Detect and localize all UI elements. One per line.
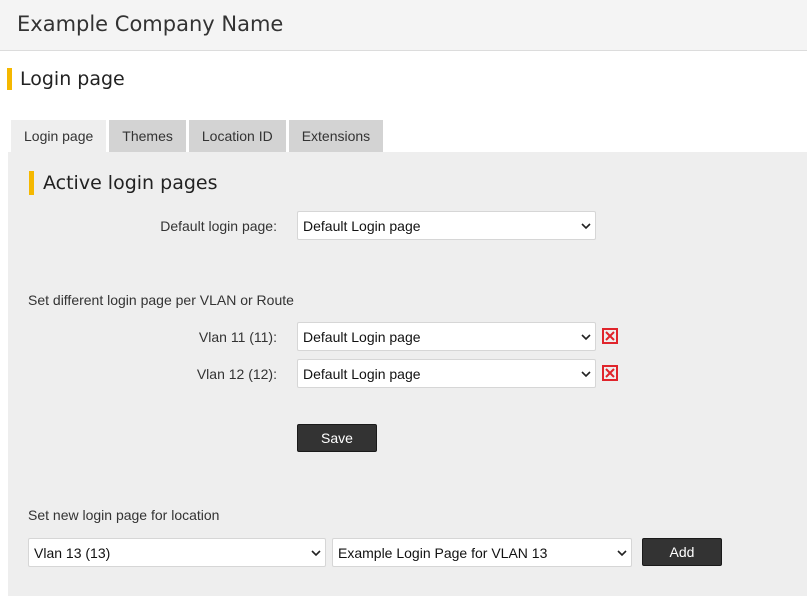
new-location-heading: Set new login page for location (28, 507, 220, 523)
default-login-select[interactable]: Default Login page (297, 211, 596, 240)
per-vlan-heading: Set different login page per VLAN or Rou… (28, 292, 294, 308)
accent-bar (29, 171, 34, 195)
accent-bar (7, 68, 12, 90)
vlan-12-label: Vlan 12 (12): (196, 366, 277, 382)
company-name: Example Company Name (17, 12, 284, 36)
header-bar: Example Company Name (0, 0, 807, 51)
tab-location-id[interactable]: Location ID (188, 120, 286, 152)
tab-themes[interactable]: Themes (109, 120, 186, 152)
save-button[interactable]: Save (297, 424, 377, 452)
location-value: Vlan 13 (13) (34, 544, 111, 561)
location-select[interactable]: Vlan 13 (13) (28, 538, 326, 567)
page-heading: Login page (7, 68, 125, 90)
new-login-page-select[interactable]: Example Login Page for VLAN 13 (332, 538, 632, 567)
chevron-down-icon (581, 223, 591, 230)
add-button[interactable]: Add (642, 538, 722, 566)
vlan-11-select[interactable]: Default Login page (297, 322, 596, 351)
chevron-down-icon (581, 371, 591, 378)
close-icon (605, 331, 615, 341)
new-login-page-value: Example Login Page for VLAN 13 (338, 544, 548, 561)
tab-panel: Active login pages Default login page: D… (8, 152, 807, 596)
vlan-11-label: Vlan 11 (11): (198, 329, 277, 345)
tab-login-page[interactable]: Login page (11, 120, 107, 152)
section-heading: Active login pages (29, 171, 218, 195)
chevron-down-icon (581, 334, 591, 341)
delete-vlan-11-button[interactable] (602, 328, 618, 344)
default-login-value: Default Login page (303, 217, 421, 234)
vlan-12-value: Default Login page (303, 365, 421, 382)
vlan-11-value: Default Login page (303, 328, 421, 345)
delete-vlan-12-button[interactable] (602, 365, 618, 381)
section-title: Active login pages (43, 172, 218, 194)
tab-extensions[interactable]: Extensions (288, 120, 384, 152)
chevron-down-icon (311, 550, 321, 557)
page-title: Login page (20, 68, 125, 90)
chevron-down-icon (617, 550, 627, 557)
default-login-label: Default login page: (160, 218, 277, 234)
tab-bar: Login page Themes Location ID Extensions (11, 120, 386, 152)
vlan-12-select[interactable]: Default Login page (297, 359, 596, 388)
close-icon (605, 368, 615, 378)
